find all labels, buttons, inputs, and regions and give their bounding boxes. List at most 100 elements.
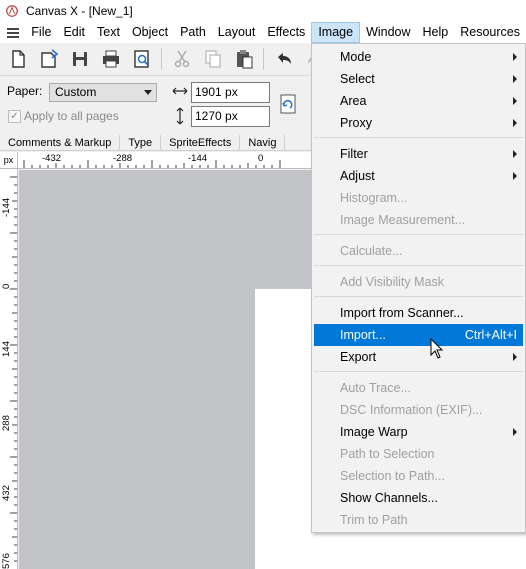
submenu-arrow-icon bbox=[513, 53, 517, 61]
tab-comments-markup[interactable]: Comments & Markup bbox=[0, 135, 121, 150]
ruler-unit[interactable]: px bbox=[0, 152, 18, 169]
paste-icon[interactable] bbox=[228, 44, 259, 74]
title-bar: Canvas X - [New_1] bbox=[0, 0, 526, 22]
open-icon[interactable] bbox=[33, 44, 64, 74]
menu-separator bbox=[314, 137, 523, 138]
menu-object[interactable]: Object bbox=[126, 22, 174, 43]
image-menu-dropdown: Mode Select Area Proxy Filter Adjust His… bbox=[311, 43, 526, 533]
menu-item-mode[interactable]: Mode bbox=[314, 46, 523, 68]
menu-edit[interactable]: Edit bbox=[57, 22, 91, 43]
ruler-label: -144 bbox=[188, 153, 208, 164]
toolbar-separator bbox=[263, 48, 264, 70]
shortcut-label: Ctrl+Alt+I bbox=[464, 328, 517, 342]
menu-image[interactable]: Image bbox=[311, 22, 361, 43]
ruler-label: 576 bbox=[1, 553, 12, 569]
menu-text[interactable]: Text bbox=[91, 22, 126, 43]
menu-item-area[interactable]: Area bbox=[314, 90, 523, 112]
submenu-arrow-icon bbox=[513, 119, 517, 127]
menu-item-proxy[interactable]: Proxy bbox=[314, 112, 523, 134]
submenu-arrow-icon bbox=[513, 172, 517, 180]
new-document-icon[interactable] bbox=[2, 44, 33, 74]
menu-item-label: DSC Information (EXIF)... bbox=[340, 403, 483, 417]
ruler-label: 432 bbox=[1, 485, 12, 501]
chevron-down-icon bbox=[144, 90, 152, 95]
menu-item-import-from-scanner[interactable]: Import from Scanner... bbox=[314, 302, 523, 324]
menu-item-label: Path to Selection bbox=[340, 447, 435, 461]
submenu-arrow-icon bbox=[513, 75, 517, 83]
menu-item-label: Image Warp bbox=[340, 425, 408, 439]
menu-item-label: Trim to Path bbox=[340, 513, 408, 527]
menu-item-label: Show Channels... bbox=[340, 491, 438, 505]
menu-item-show-channels[interactable]: Show Channels... bbox=[314, 487, 523, 509]
submenu-arrow-icon bbox=[513, 150, 517, 158]
paper-size-select[interactable]: Custom bbox=[49, 83, 157, 102]
menu-item-label: Histogram... bbox=[340, 191, 408, 205]
menu-path[interactable]: Path bbox=[174, 22, 212, 43]
height-arrow-icon bbox=[176, 107, 184, 125]
menu-item-selection-to-path[interactable]: Selection to Path... bbox=[314, 465, 523, 487]
menu-effects[interactable]: Effects bbox=[261, 22, 311, 43]
tab-navigator[interactable]: Navig bbox=[240, 135, 286, 150]
menu-item-label: Proxy bbox=[340, 116, 372, 130]
toolbar-separator bbox=[161, 48, 162, 70]
menu-window[interactable]: Window bbox=[360, 22, 416, 43]
menu-item-import[interactable]: Import... Ctrl+Alt+I bbox=[314, 324, 523, 346]
menu-item-label: Select bbox=[340, 72, 375, 86]
menu-separator bbox=[314, 234, 523, 235]
menu-separator bbox=[314, 265, 523, 266]
menu-item-export[interactable]: Export bbox=[314, 346, 523, 368]
tab-type[interactable]: Type bbox=[120, 135, 162, 150]
app-icon[interactable] bbox=[4, 3, 20, 19]
apply-to-all-pages-label: Apply to all pages bbox=[24, 109, 119, 123]
menu-item-filter[interactable]: Filter bbox=[314, 143, 523, 165]
ruler-label: -432 bbox=[42, 153, 62, 164]
ruler-label: -144 bbox=[1, 197, 12, 217]
print-icon[interactable] bbox=[95, 44, 126, 74]
menu-item-label: Area bbox=[340, 94, 367, 108]
apply-to-all-pages-checkbox[interactable]: ✓ bbox=[8, 110, 21, 123]
menu-item-trim-to-path[interactable]: Trim to Path bbox=[314, 509, 523, 531]
page-height-input[interactable]: 1270 px bbox=[191, 106, 270, 127]
menu-item-label: Add Visibility Mask bbox=[340, 275, 444, 289]
menu-item-select[interactable]: Select bbox=[314, 68, 523, 90]
menu-item-histogram[interactable]: Histogram... bbox=[314, 187, 523, 209]
menu-item-image-warp[interactable]: Image Warp bbox=[314, 421, 523, 443]
menu-item-label: Export bbox=[340, 350, 377, 364]
menu-resources[interactable]: Resources bbox=[454, 22, 526, 43]
page-width-input[interactable]: 1901 px bbox=[191, 82, 270, 103]
save-icon[interactable] bbox=[64, 44, 95, 74]
submenu-arrow-icon bbox=[513, 97, 517, 105]
undo-icon[interactable] bbox=[268, 44, 299, 74]
cut-icon[interactable] bbox=[166, 44, 197, 74]
menu-help[interactable]: Help bbox=[417, 22, 455, 43]
menu-item-label: Calculate... bbox=[340, 244, 403, 258]
ruler-label: 288 bbox=[1, 415, 12, 431]
menu-separator bbox=[314, 371, 523, 372]
copy-icon[interactable] bbox=[197, 44, 228, 74]
menu-file[interactable]: File bbox=[25, 22, 57, 43]
width-arrow-icon bbox=[172, 87, 188, 95]
menu-bar: File Edit Text Object Path Layout Effect… bbox=[0, 22, 526, 43]
menu-item-calculate[interactable]: Calculate... bbox=[314, 240, 523, 262]
menu-item-path-to-selection[interactable]: Path to Selection bbox=[314, 443, 523, 465]
page-orientation-icon[interactable] bbox=[278, 93, 298, 115]
hamburger-menu-icon[interactable] bbox=[0, 22, 25, 43]
menu-item-label: Adjust bbox=[340, 169, 375, 183]
ruler-label: 0 bbox=[1, 283, 12, 289]
paper-label: Paper: bbox=[7, 84, 43, 98]
submenu-arrow-icon bbox=[513, 428, 517, 436]
menu-item-label: Selection to Path... bbox=[340, 469, 445, 483]
menu-item-auto-trace[interactable]: Auto Trace... bbox=[314, 377, 523, 399]
tab-spriteeffects[interactable]: SpriteEffects bbox=[161, 135, 241, 150]
menu-separator bbox=[314, 296, 523, 297]
vertical-ruler[interactable]: -144 0 144 288 432 576 bbox=[0, 169, 18, 569]
window-title: Canvas X - [New_1] bbox=[26, 4, 133, 18]
mouse-pointer-icon bbox=[430, 338, 444, 359]
menu-item-label: Import... bbox=[340, 328, 386, 342]
menu-item-dsc-information[interactable]: DSC Information (EXIF)... bbox=[314, 399, 523, 421]
menu-item-image-measurement[interactable]: Image Measurement... bbox=[314, 209, 523, 231]
menu-layout[interactable]: Layout bbox=[212, 22, 262, 43]
menu-item-adjust[interactable]: Adjust bbox=[314, 165, 523, 187]
print-preview-icon[interactable] bbox=[126, 44, 157, 74]
menu-item-add-visibility-mask[interactable]: Add Visibility Mask bbox=[314, 271, 523, 293]
